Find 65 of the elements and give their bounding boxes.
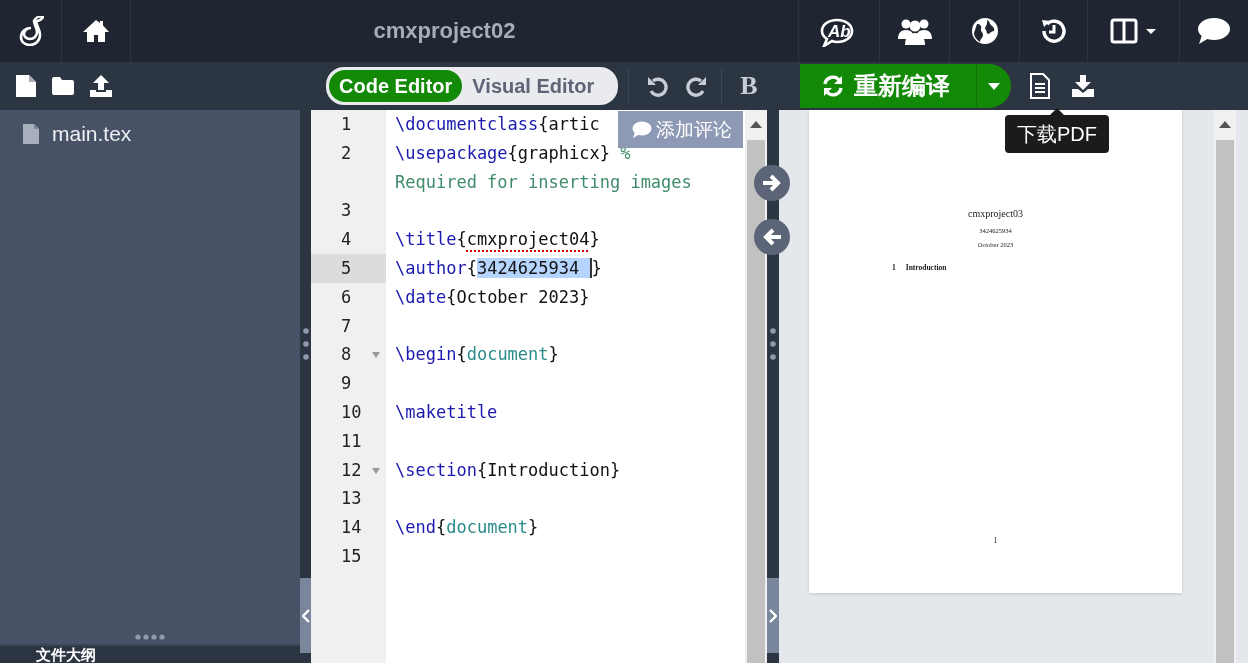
chat-icon[interactable] — [1197, 17, 1231, 45]
project-title: cmxproject02 — [373, 18, 516, 44]
code-line: \title{cmxproject04} — [395, 228, 600, 252]
editor-mode-tab[interactable]: Code Editor — [329, 70, 463, 102]
layout-icon[interactable] — [1109, 18, 1158, 44]
chevron-right-icon — [769, 608, 777, 623]
upload-icon[interactable] — [89, 74, 113, 98]
editor-mode-tab[interactable]: Visual Editor — [462, 70, 605, 102]
globe-icon[interactable] — [970, 17, 999, 45]
code-line: \section{Introduction} — [395, 458, 621, 482]
code-line: \author{3424625934 } — [395, 256, 602, 280]
code-line: \begin{document} — [395, 343, 559, 367]
collapse-button[interactable] — [300, 578, 311, 653]
line-number: 8 — [311, 340, 386, 370]
code-line: \documentclass{artic — [395, 113, 600, 136]
drag-handle-icon[interactable] — [770, 327, 776, 361]
users-icon[interactable] — [897, 17, 932, 45]
line-number: 13 — [340, 487, 363, 511]
line-number: 12 — [311, 455, 386, 485]
add-comment-button[interactable]: 添加评论 — [618, 111, 743, 148]
line-number: 11 — [340, 429, 363, 453]
tooltip: 下载PDF — [1005, 115, 1109, 153]
outline-title: 文件大纲 — [36, 646, 97, 663]
collapse-button[interactable] — [767, 578, 779, 653]
code-line: \date{October 2023} — [395, 285, 590, 309]
document-title: cmxproject03 — [968, 208, 1023, 219]
file-tree-item[interactable]: main.tex — [52, 122, 132, 146]
code-line: \maketitle — [395, 400, 498, 424]
line-number: 14 — [340, 516, 363, 540]
line-number: 7 — [340, 314, 353, 338]
caret-icon[interactable] — [987, 82, 1000, 90]
bold-button[interactable]: B — [732, 71, 766, 101]
line-number: 9 — [340, 372, 353, 396]
line-number: 2 — [340, 141, 353, 165]
folder-icon[interactable] — [51, 76, 75, 96]
code-line: \end{document} — [395, 516, 539, 540]
page-number: 1 — [993, 536, 998, 545]
undo-icon[interactable] — [647, 75, 670, 97]
arrow-right-icon — [761, 173, 783, 193]
new-file-icon[interactable] — [15, 74, 37, 98]
tooltip-arrow-icon — [1050, 108, 1064, 115]
document-icon[interactable] — [1028, 73, 1051, 99]
scroll-up-icon[interactable] — [1219, 121, 1231, 128]
speech-bubble-icon — [632, 121, 652, 138]
chevron-left-icon — [301, 608, 310, 623]
line-number: 4 — [340, 228, 353, 252]
scrollbar-thumb[interactable] — [747, 140, 765, 663]
drag-handle-icon[interactable] — [135, 634, 165, 640]
line-number: 3 — [340, 199, 353, 223]
download-icon[interactable] — [1070, 75, 1095, 97]
line-number: 10 — [340, 400, 363, 424]
refresh-icon — [821, 75, 844, 97]
logo-icon[interactable] — [17, 16, 44, 46]
line-number: 15 — [340, 544, 363, 568]
line-number: 6 — [340, 285, 353, 309]
line-number: 5 — [311, 254, 386, 283]
scroll-up-icon[interactable] — [750, 121, 762, 128]
drag-handle-icon[interactable] — [302, 327, 309, 361]
file-icon — [22, 123, 40, 145]
home-icon[interactable] — [82, 19, 110, 43]
line-number: 1 — [340, 113, 353, 136]
redo-icon[interactable] — [685, 75, 708, 97]
scrollbar-thumb[interactable] — [1216, 140, 1234, 663]
history-icon[interactable] — [1039, 17, 1068, 45]
arrow-left-icon — [761, 227, 783, 247]
